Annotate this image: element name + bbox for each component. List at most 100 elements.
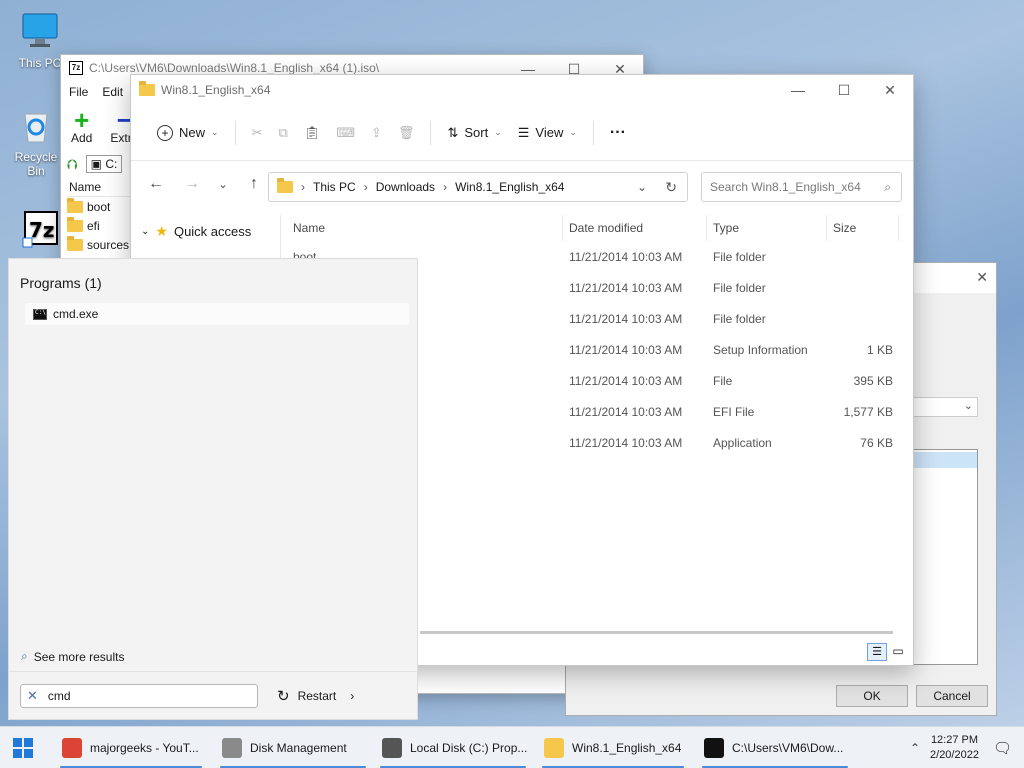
delete-button[interactable]: 🗑︎ bbox=[390, 117, 423, 149]
new-button[interactable]: + New ⌄ bbox=[149, 117, 227, 149]
taskbar-item[interactable]: Disk Management bbox=[218, 727, 368, 768]
recycle-bin-icon bbox=[15, 104, 57, 146]
clock-time: 12:27 PM bbox=[930, 734, 979, 746]
minimize-button[interactable]: — bbox=[775, 75, 821, 105]
chevron-down-icon: ⌄ bbox=[494, 127, 502, 137]
details-view-icon[interactable]: ☰ bbox=[867, 643, 887, 661]
command-bar: + New ⌄ ✂ ⧉ 📋︎ ⌨ ⇪ 🗑︎ ⇅ Sort ⌄ ☰ View ⌄ … bbox=[131, 105, 913, 161]
cmd-icon bbox=[33, 308, 47, 320]
maximize-button[interactable]: ☐ bbox=[821, 75, 867, 105]
address-dropdown-icon[interactable]: ⌄ bbox=[637, 180, 647, 194]
taskbar-item[interactable]: C:\Users\VM6\Dow... bbox=[700, 727, 850, 768]
add-button[interactable]: + Add bbox=[71, 107, 93, 145]
chevron-up-icon[interactable]: ⌃ bbox=[910, 741, 920, 755]
sort-icon: ⇅ bbox=[447, 124, 459, 140]
desktop-icon-recycle-bin[interactable]: Recycle Bin bbox=[6, 104, 66, 178]
menu-file[interactable]: File bbox=[69, 85, 88, 99]
taskbar-item[interactable]: Win8.1_English_x64 bbox=[540, 727, 686, 768]
taskbar-item[interactable]: Local Disk (C:) Prop... bbox=[378, 727, 528, 768]
explorer-title: Win8.1_English_x64 bbox=[161, 83, 271, 97]
plus-circle-icon: + bbox=[157, 124, 173, 141]
rename-button[interactable]: ⌨ bbox=[328, 117, 363, 149]
more-icon: ··· bbox=[609, 123, 626, 141]
scissors-icon: ✂ bbox=[251, 124, 263, 140]
computer-icon bbox=[19, 10, 61, 52]
start-search-box[interactable]: ✕ cmd bbox=[20, 684, 258, 708]
7zip-title: C:\Users\VM6\Downloads\Win8.1_English_x6… bbox=[89, 61, 380, 75]
up-button[interactable]: ↑ bbox=[239, 169, 269, 199]
sort-button[interactable]: ⇅ Sort ⌄ bbox=[439, 117, 509, 149]
search-box[interactable]: Search Win8.1_English_x64 ⌕ bbox=[701, 172, 902, 202]
address-bar[interactable]: › This PC › Downloads › Win8.1_English_x… bbox=[268, 172, 688, 202]
tiles-view-icon[interactable]: ▭ bbox=[889, 643, 907, 661]
clock-date: 2/20/2022 bbox=[930, 749, 979, 761]
star-icon: ★ bbox=[155, 223, 168, 239]
nav-item-quick-access[interactable]: ⌄ ★ Quick access bbox=[131, 215, 280, 248]
folder-icon bbox=[544, 738, 564, 758]
close-button[interactable]: ✕ bbox=[976, 269, 988, 286]
clipboard-icon: 📋︎ bbox=[303, 124, 321, 140]
menu-edit[interactable]: Edit bbox=[102, 85, 123, 99]
search-input[interactable]: cmd bbox=[48, 689, 71, 703]
close-button[interactable]: ✕ bbox=[867, 75, 913, 105]
see-more-results-link[interactable]: ⌕ See more results bbox=[21, 649, 124, 664]
column-date-modified[interactable]: Date modified bbox=[563, 215, 707, 241]
system-tray: ⌃ 12:27 PM 2/20/2022 🗨︎ bbox=[910, 727, 1024, 768]
breadcrumb-downloads[interactable]: Downloads bbox=[376, 180, 435, 194]
column-size[interactable]: Size bbox=[827, 215, 899, 241]
back-button[interactable]: ← bbox=[141, 169, 171, 199]
copy-icon: ⧉ bbox=[278, 124, 288, 140]
clock[interactable]: 12:27 PM 2/20/2022 bbox=[930, 733, 979, 763]
column-name[interactable]: Name bbox=[287, 215, 563, 241]
cut-button[interactable]: ✂ bbox=[244, 117, 271, 149]
program-result-cmd[interactable]: cmd.exe bbox=[25, 303, 409, 325]
search-input[interactable]: Search Win8.1_English_x64 bbox=[710, 180, 861, 194]
file-type: File folder bbox=[713, 311, 766, 326]
column-type[interactable]: Type bbox=[707, 215, 827, 241]
add-label: Add bbox=[71, 131, 93, 145]
clear-search-icon[interactable]: ✕ bbox=[27, 688, 38, 704]
separator bbox=[592, 120, 594, 145]
start-button[interactable] bbox=[0, 727, 46, 768]
7zip-address-box[interactable]: ▣ C: bbox=[85, 155, 123, 173]
taskbar-item-label: majorgeeks - YouT... bbox=[90, 741, 199, 755]
refresh-icon[interactable]: ↻ bbox=[665, 179, 677, 196]
7zip-icon bbox=[704, 738, 724, 758]
separator bbox=[234, 120, 236, 145]
notification-icon[interactable]: 🗨︎ bbox=[993, 739, 1012, 757]
chevron-right-icon: › bbox=[350, 689, 355, 703]
disk-management-icon bbox=[222, 738, 242, 758]
list-view-icon: ☰ bbox=[517, 124, 530, 140]
breadcrumb-this-pc[interactable]: This PC bbox=[313, 180, 356, 194]
paste-button[interactable]: 📋︎ bbox=[296, 117, 329, 149]
windows-logo-icon bbox=[13, 737, 33, 758]
desktop-icon-label: Recycle Bin bbox=[14, 150, 58, 178]
file-size: 1 KB bbox=[866, 342, 893, 357]
7zip-shortcut-icon: 7z bbox=[19, 208, 61, 250]
file-size: 1,577 KB bbox=[843, 404, 893, 419]
recent-locations-button[interactable]: ⌄ bbox=[213, 169, 233, 199]
breadcrumb-current[interactable]: Win8.1_English_x64 bbox=[455, 180, 564, 194]
horizontal-scrollbar[interactable] bbox=[420, 631, 893, 634]
copy-button[interactable]: ⧉ bbox=[270, 117, 295, 149]
file-date-modified: 11/21/2014 10:03 AM bbox=[569, 249, 683, 264]
file-date-modified: 11/21/2014 10:03 AM bbox=[569, 280, 683, 295]
file-date-modified: 11/21/2014 10:03 AM bbox=[569, 342, 683, 357]
share-button[interactable]: ⇪ bbox=[363, 117, 390, 149]
file-type: EFI File bbox=[713, 404, 755, 419]
taskbar-item[interactable]: majorgeeks - YouT... bbox=[58, 727, 204, 768]
ok-button[interactable]: OK bbox=[836, 685, 908, 707]
taskbar-item-label: Local Disk (C:) Prop... bbox=[410, 741, 528, 755]
chevron-right-icon: › bbox=[443, 180, 448, 194]
explorer-titlebar[interactable]: Win8.1_English_x64 — ☐ ✕ bbox=[131, 75, 913, 105]
program-name: cmd.exe bbox=[53, 307, 99, 321]
up-folder-icon[interactable]: ⮉ bbox=[67, 156, 78, 173]
more-options-button[interactable]: ··· bbox=[602, 117, 634, 149]
taskbar: majorgeeks - YouT... Disk Management Local… bbox=[0, 726, 1024, 768]
forward-button[interactable]: → bbox=[177, 169, 207, 199]
view-button[interactable]: ☰ View ⌄ bbox=[510, 117, 585, 149]
chevron-right-icon: › bbox=[301, 180, 305, 194]
cancel-button[interactable]: Cancel bbox=[916, 685, 988, 707]
7zip-column-name[interactable]: Name bbox=[67, 177, 131, 197]
restart-button[interactable]: ↻ Restart › bbox=[277, 684, 354, 708]
